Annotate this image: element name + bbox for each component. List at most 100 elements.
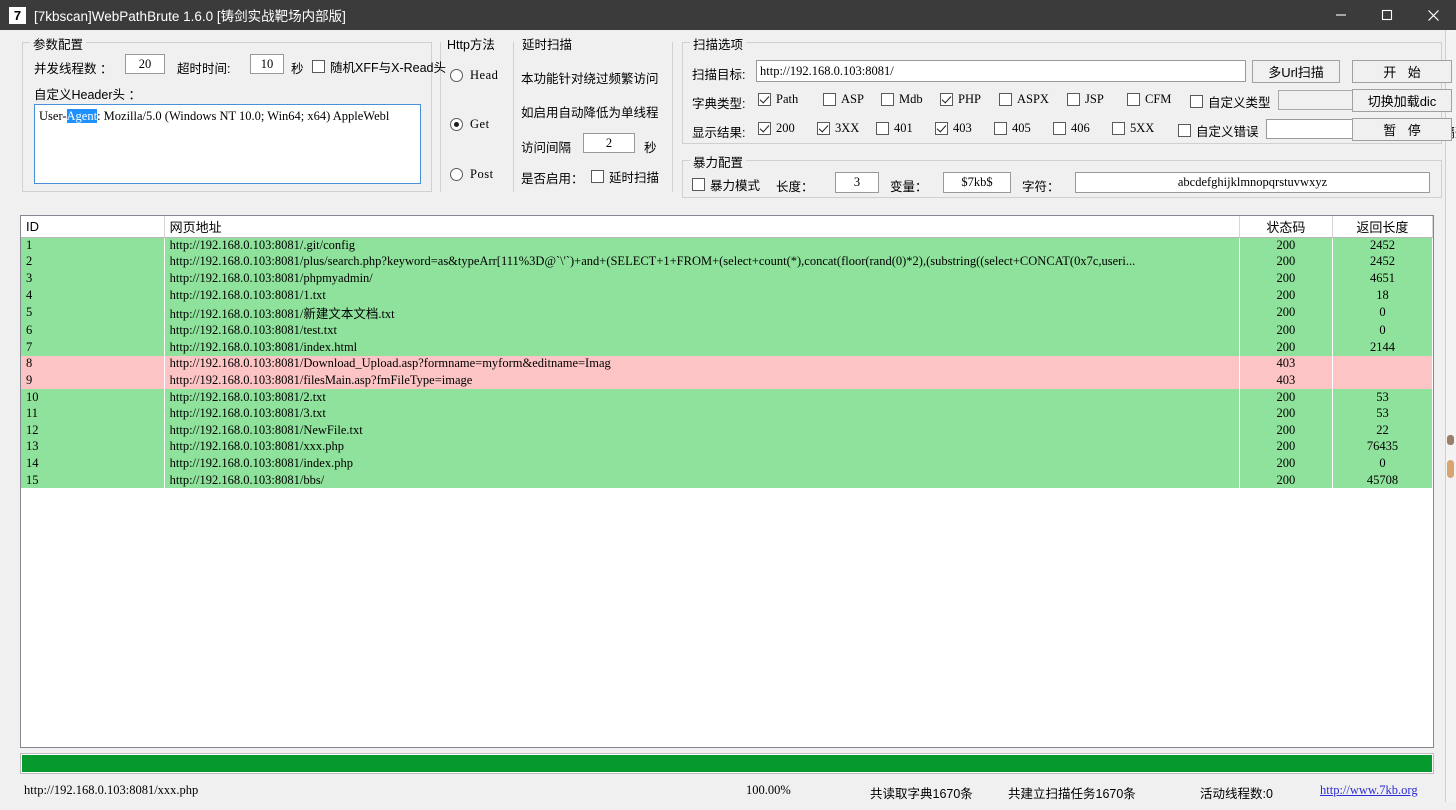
brute-mode-checkbox[interactable]: 暴力模式 — [692, 175, 760, 194]
result-code-200[interactable]: 200 — [758, 121, 795, 136]
table-row[interactable]: 3 http://192.168.0.103:8081/phpmyadmin/20… — [21, 270, 1433, 287]
result-code-401[interactable]: 401 — [876, 121, 913, 136]
cell-length — [1332, 355, 1433, 373]
column-header-url[interactable]: 网页地址 — [164, 216, 1240, 238]
table-row[interactable]: 10 http://192.168.0.103:8081/2.txt 200 53 — [21, 388, 1433, 406]
cell-length: 53 — [1332, 405, 1433, 422]
table-row[interactable]: 15 http://192.168.0.103:8081/bbs/200 45708 — [21, 471, 1433, 489]
table-row[interactable]: 4 http://192.168.0.103:8081/1.txt 200 18 — [21, 286, 1433, 304]
delay-scan-group-title: 延时扫描 — [519, 34, 576, 53]
timeout-input[interactable]: 10 — [250, 54, 284, 74]
title-bar-left: 7 [7kbscan]WebPathBrute 1.6.0 [铸剑实战靶场内部版… — [0, 5, 1318, 25]
dict-type-mdb[interactable]: Mdb — [881, 92, 923, 107]
result-code-5xx[interactable]: 5XX — [1112, 121, 1154, 136]
table-row[interactable]: 9 http://192.168.0.103:8081/filesMain.asp… — [21, 372, 1433, 389]
cell-url: http://192.168.0.103:8081/plus/search.ph… — [164, 253, 1240, 271]
brute-variable-input[interactable]: $7kb$ — [943, 172, 1011, 193]
random-xff-checkbox[interactable]: 随机XFF与X-Read头 — [312, 57, 446, 76]
results-table-container[interactable]: ID 网页地址 状态码 返回长度 1 http://192.168.0.103:8… — [20, 215, 1434, 748]
minimize-icon[interactable] — [1318, 0, 1364, 30]
switch-dic-button[interactable]: 切换加载dic — [1352, 89, 1452, 112]
result-code-5xx-label: 5XX — [1130, 121, 1155, 135]
dict-type-cfm-box — [1127, 93, 1140, 106]
multi-url-scan-button[interactable]: 多Url扫描 — [1252, 60, 1340, 83]
radio-get-label: Get — [470, 117, 490, 131]
delay-enable-checkbox-box — [591, 170, 604, 183]
column-header-length[interactable]: 返回长度 — [1332, 216, 1433, 238]
brute-config-group: 暴力配置 暴力模式 长度： 3 变量： $7kb$ 字符： abcdefghij… — [682, 152, 1442, 198]
result-code-405[interactable]: 405 — [994, 121, 1031, 136]
close-icon[interactable] — [1410, 0, 1456, 30]
cell-status: 200 — [1239, 471, 1333, 489]
pause-button[interactable]: 暂 停 — [1352, 118, 1452, 141]
threads-input[interactable]: 20 — [125, 54, 165, 74]
dict-type-jsp-label: JSP — [1085, 92, 1104, 106]
dict-type-cfm-label: CFM — [1145, 92, 1172, 106]
cell-length: 76435 — [1332, 438, 1433, 456]
table-row[interactable]: 7 http://192.168.0.103:8081/index.html 200… — [21, 338, 1433, 356]
cell-url: http://192.168.0.103:8081/test.txt — [164, 322, 1240, 339]
cell-id: 8 — [21, 355, 165, 373]
delay-interval-input[interactable]: 2 — [583, 133, 635, 153]
cell-url: http://192.168.0.103:8081/新建文本文档.txt — [164, 303, 1240, 323]
result-code-406-label: 406 — [1071, 121, 1090, 135]
result-code-5xx-box — [1112, 122, 1125, 135]
column-header-id[interactable]: ID — [21, 216, 165, 238]
dict-type-php[interactable]: PHP — [940, 92, 981, 107]
cell-id: 4 — [21, 286, 165, 304]
radio-head[interactable]: Head — [450, 68, 498, 83]
background-window-sliver — [1445, 30, 1456, 802]
window-controls — [1318, 0, 1456, 30]
dict-type-asp[interactable]: ASP — [823, 92, 864, 107]
result-code-3xx[interactable]: 3XX — [817, 121, 859, 136]
brute-length-label: 长度： — [776, 180, 814, 194]
brute-mode-label: 暴力模式 — [710, 179, 761, 193]
brute-length-input[interactable]: 3 — [835, 172, 879, 193]
scan-target-input[interactable]: http://192.168.0.103:8081/ — [756, 60, 1246, 82]
result-code-406-box — [1053, 122, 1066, 135]
column-header-status[interactable]: 状态码 — [1239, 216, 1333, 238]
show-result-label: 显示结果: — [692, 126, 746, 140]
table-row[interactable]: 12 http://192.168.0.103:8081/NewFile.txt 2… — [21, 421, 1433, 439]
delay-enable-checkbox[interactable]: 延时扫描 — [591, 167, 659, 186]
custom-header-textarea[interactable]: User-Agent: Mozilla/5.0 (Windows NT 10.0… — [34, 104, 421, 184]
timeout-label: 超时时间: — [177, 62, 231, 76]
brute-charset-input[interactable]: abcdefghijklmnopqrstuvwxyz — [1075, 172, 1430, 193]
table-row[interactable]: 1 http://192.168.0.103:8081/.git/config 20… — [21, 237, 1433, 254]
dict-type-aspx-box — [999, 93, 1012, 106]
cell-id: 13 — [21, 438, 165, 456]
radio-post[interactable]: Post — [450, 167, 494, 182]
header-selected-text: Agent — [66, 109, 98, 123]
delay-desc-line1: 本功能针对绕过频繁访问 — [521, 72, 659, 86]
table-row[interactable]: 14 http://192.168.0.103:8081/index.php 200… — [21, 455, 1433, 472]
table-row[interactable]: 6 http://192.168.0.103:8081/test.txt 200 0 — [21, 322, 1433, 339]
header-rest: : Mozilla/5.0 (Windows NT 10.0; Win64; x… — [97, 109, 390, 123]
table-row[interactable]: 5 http://192.168.0.103:8081/新建文本文档.txt 200… — [21, 303, 1433, 323]
result-code-403-box — [935, 122, 948, 135]
result-code-403[interactable]: 403 — [935, 121, 972, 136]
start-button[interactable]: 开 始 — [1352, 60, 1452, 83]
table-row[interactable]: 11 http://192.168.0.103:8081/3.txt 200 53 — [21, 405, 1433, 422]
params-group-title: 参数配置 — [30, 34, 87, 53]
dict-type-aspx[interactable]: ASPX — [999, 92, 1049, 107]
status-task-count: 共建立扫描任务1670条 — [1008, 787, 1136, 801]
result-code-405-label: 405 — [1012, 121, 1031, 135]
table-row[interactable]: 2 http://192.168.0.103:8081/plus/search.p… — [21, 253, 1433, 271]
dict-type-cfm[interactable]: CFM — [1127, 92, 1171, 107]
cell-id: 6 — [21, 322, 165, 339]
maximize-icon[interactable] — [1364, 0, 1410, 30]
table-row[interactable]: 13 http://192.168.0.103:8081/xxx.php 200 76… — [21, 438, 1433, 456]
cell-length: 22 — [1332, 421, 1433, 439]
result-code-406[interactable]: 406 — [1053, 121, 1090, 136]
progress-bar — [20, 753, 1434, 774]
dict-type-jsp[interactable]: JSP — [1067, 92, 1104, 107]
custom-error-checkbox[interactable]: 自定义错误 — [1178, 121, 1259, 140]
custom-type-checkbox[interactable]: 自定义类型 — [1190, 92, 1271, 111]
dict-type-path[interactable]: Path — [758, 92, 798, 107]
result-code-405-box — [994, 122, 1007, 135]
table-row[interactable]: 8 http://192.168.0.103:8081/Download_Uplo… — [21, 355, 1433, 373]
dict-type-php-box — [940, 93, 953, 106]
brute-mode-checkbox-box — [692, 178, 705, 191]
radio-get[interactable]: Get — [450, 117, 490, 132]
status-site-link[interactable]: http://www.7kb.org — [1320, 783, 1418, 798]
